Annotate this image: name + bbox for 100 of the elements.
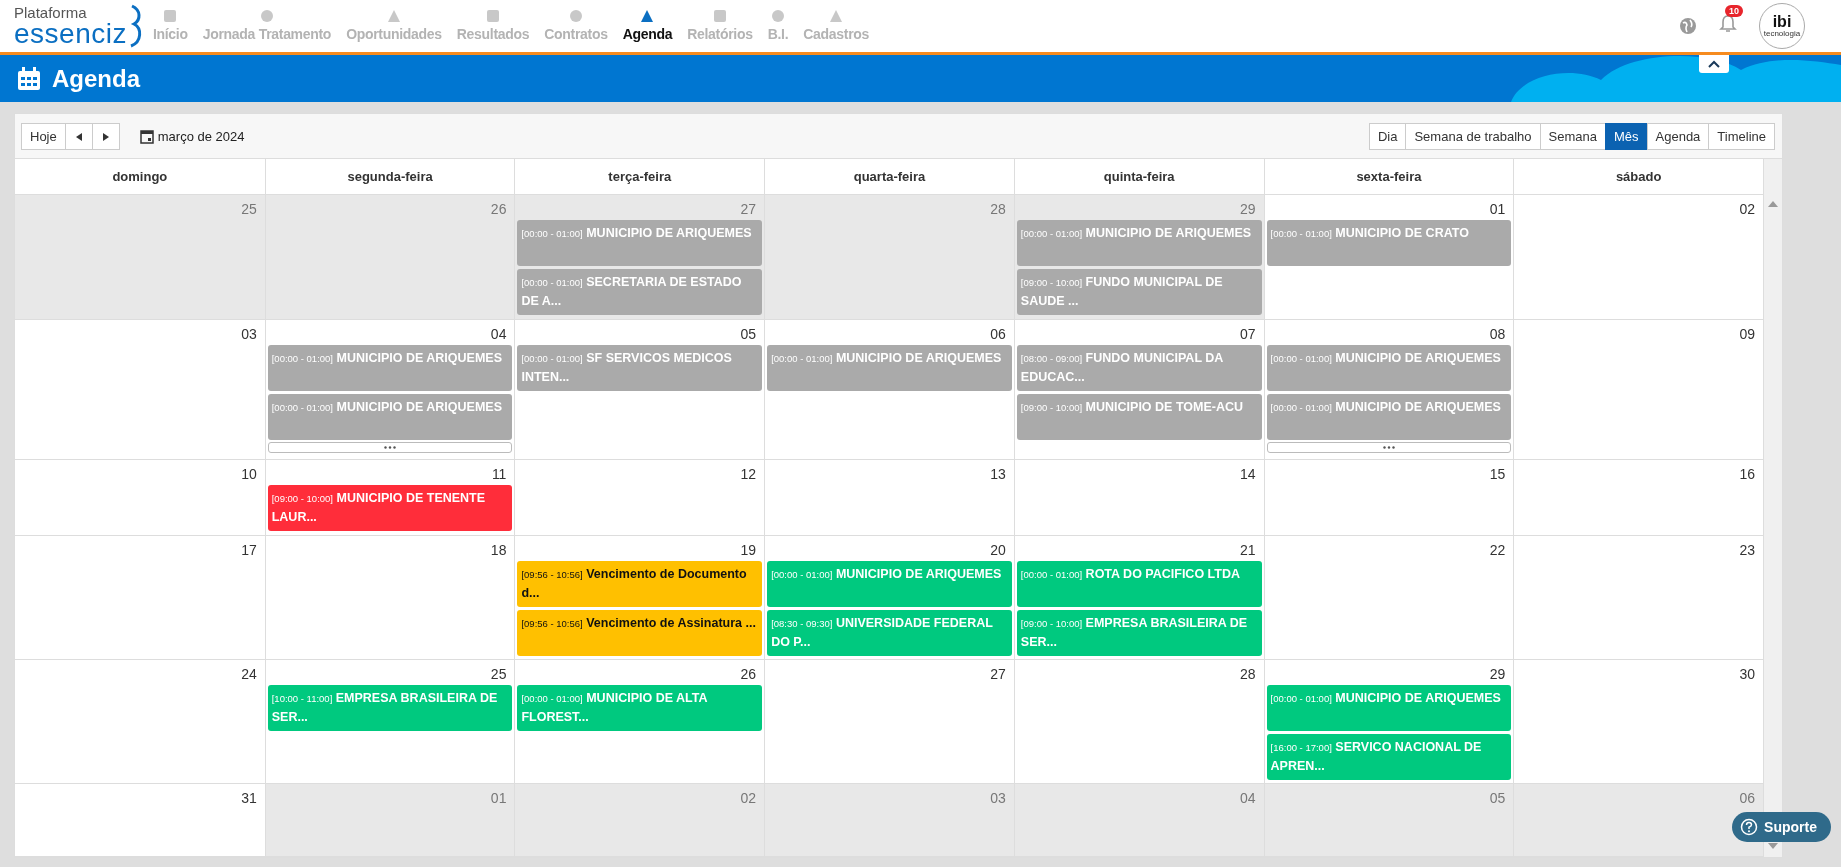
previous-button[interactable]: [64, 122, 93, 150]
view-tab[interactable]: Timeline: [1708, 122, 1775, 150]
day-number: 02: [739, 789, 758, 806]
date-picker-icon[interactable]: [139, 128, 154, 144]
day-number: 06: [989, 325, 1007, 342]
triangle-icon: [387, 10, 400, 22]
day-cell[interactable]: 15: [1263, 460, 1514, 535]
day-cell[interactable]: 01: [264, 784, 515, 856]
day-number: 20: [989, 541, 1007, 558]
day-number: 16: [1738, 465, 1756, 482]
day-cell[interactable]: 04: [1013, 784, 1264, 856]
day-number: 17: [240, 541, 258, 558]
triangle-icon: [641, 10, 654, 22]
day-number: 28: [1239, 665, 1257, 682]
day-number: 09: [1738, 325, 1756, 342]
day-number: 23: [1738, 541, 1756, 558]
scroll-up-icon[interactable]: [1768, 201, 1778, 207]
today-button[interactable]: Hoje: [21, 122, 66, 150]
day-cell[interactable]: 05: [1263, 784, 1514, 856]
square-icon: [164, 10, 177, 22]
day-cell[interactable]: 10: [15, 460, 265, 535]
day-number: 01: [489, 789, 508, 806]
day-cell[interactable]: 19 [09:56 - 10:56] Vencimento de Documento d... [09:56 - 10:56] Vencimento de Assinatura ...: [514, 536, 765, 659]
nav-item[interactable]: Agenda: [622, 10, 673, 42]
day-cell[interactable]: 06: [1513, 784, 1763, 856]
weekday-header: quarta-feira: [764, 159, 1014, 194]
swoosh-icon: [128, 4, 143, 48]
caret-icon: [1708, 60, 1720, 68]
day-cell[interactable]: 22: [1263, 536, 1514, 659]
day-cell[interactable]: 05 [00:00 - 01:00] SF SERVICOS MEDICOS INTEN...: [514, 320, 765, 459]
day-cell[interactable]: 18: [264, 536, 515, 659]
view-tab[interactable]: Semana de trabalho: [1405, 122, 1541, 150]
globe-icon[interactable]: [1679, 17, 1697, 35]
previous-icon: [75, 132, 82, 141]
day-number: 28: [989, 200, 1007, 217]
next-button[interactable]: [91, 122, 120, 150]
day-number: 26: [489, 200, 508, 217]
day-cell[interactable]: 03: [15, 320, 265, 459]
view-tab[interactable]: Agenda: [1646, 122, 1710, 150]
day-number: 05: [1488, 789, 1507, 806]
day-cell[interactable]: 11 [09:00 - 10:00] MUNICIPIO DE TENENTE LAUR...: [264, 460, 515, 535]
day-number: 31: [240, 789, 258, 806]
view-tab[interactable]: Dia: [1368, 122, 1407, 150]
bell-icon[interactable]: [1719, 14, 1737, 34]
day-number: 10: [240, 465, 258, 482]
weekday-header: quinta-feira: [1013, 159, 1264, 194]
day-cell[interactable]: 26: [264, 195, 515, 319]
event-card[interactable]: [09:56 - 10:56] Vencimento de Assinatura ...: [517, 610, 763, 656]
day-cell[interactable]: 01 [00:00 - 01:00] MUNICIPIO DE CRATO: [1263, 195, 1514, 319]
event-card[interactable]: [09:56 - 10:56] Vencimento de Documento d...: [517, 561, 763, 607]
day-number: 14: [1239, 465, 1257, 482]
view-tab[interactable]: Mês: [1604, 122, 1648, 150]
day-number: 25: [240, 200, 258, 217]
company-logo[interactable]: ibi tecnologia: [1759, 3, 1805, 49]
day-number: 29: [1239, 200, 1257, 217]
day-number: 21: [1239, 541, 1257, 558]
day-cell[interactable]: 28: [1013, 660, 1264, 783]
event-card[interactable]: [09:00 - 10:00] MUNICIPIO DE TENENTE LAUR...: [267, 485, 513, 531]
day-cell[interactable]: 30: [1513, 660, 1763, 783]
weekday-header: sexta-feira: [1263, 159, 1514, 194]
ellipsis-icon: [384, 446, 397, 449]
day-number: 01: [1488, 200, 1507, 217]
support-button[interactable]: Suporte: [1732, 812, 1831, 842]
day-cell[interactable]: 26 [00:00 - 01:00] MUNICIPIO DE ALTA FLOREST...: [514, 660, 765, 783]
day-cell[interactable]: 27: [764, 660, 1014, 783]
circle-icon: [772, 10, 784, 22]
day-number: 27: [739, 200, 758, 217]
day-cell[interactable]: 17: [15, 536, 265, 659]
weekday-header: terça-feira: [514, 159, 765, 194]
day-cell[interactable]: 09: [1513, 320, 1763, 459]
weekday-header: domingo: [111, 168, 169, 186]
day-number: 27: [989, 665, 1007, 682]
brand-tagline: Plataforma: [14, 4, 88, 20]
day-number: 25: [489, 665, 508, 682]
day-number: 22: [1488, 541, 1507, 558]
day-number: 04: [1239, 789, 1257, 806]
day-cell[interactable]: 24: [15, 660, 265, 783]
day-number: 08: [1488, 325, 1507, 342]
day-cell[interactable]: 14: [1013, 460, 1264, 535]
day-cell[interactable]: 23: [1513, 536, 1763, 659]
day-cell[interactable]: 03: [764, 784, 1014, 856]
page-title: Agenda: [52, 64, 140, 93]
day-cell[interactable]: 28: [764, 195, 1014, 319]
day-cell[interactable]: 13: [764, 460, 1014, 535]
period-label: março de 2024: [157, 128, 245, 144]
day-cell[interactable]: 12: [514, 460, 765, 535]
day-cell[interactable]: 02: [514, 784, 765, 856]
day-number: 07: [1239, 325, 1257, 342]
view-tab[interactable]: Semana: [1539, 122, 1606, 150]
day-cell[interactable]: 31: [15, 784, 265, 856]
day-cell[interactable]: 25 [10:00 - 11:00] EMPRESA BRASILEIRA DE SER...: [264, 660, 515, 783]
collapse-button[interactable]: [1699, 55, 1729, 73]
brand-name: essenciz: [14, 19, 127, 48]
notification-badge: 10: [1725, 5, 1743, 17]
day-number: 19: [739, 541, 758, 558]
day-number: 11: [490, 465, 508, 482]
day-cell[interactable]: 02: [1513, 195, 1763, 319]
day-cell[interactable]: 16: [1513, 460, 1763, 535]
day-cell[interactable]: 06 [00:00 - 01:00] MUNICIPIO DE ARIQUEMES: [764, 320, 1014, 459]
day-cell[interactable]: 25: [15, 195, 265, 319]
